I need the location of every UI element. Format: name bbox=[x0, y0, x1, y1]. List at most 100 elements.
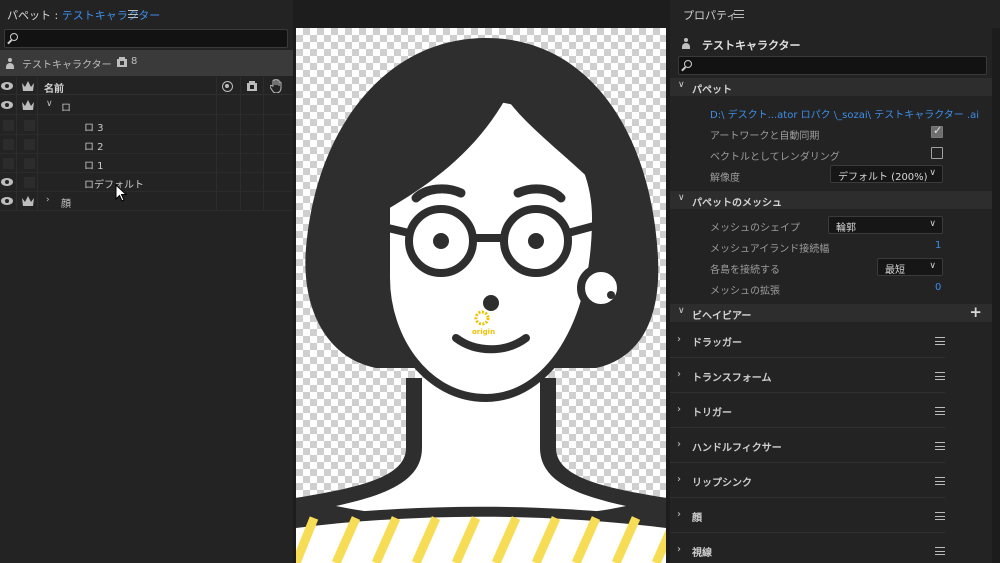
group-column-icon[interactable] bbox=[246, 80, 258, 92]
layer-row[interactable]: ロ 3 bbox=[0, 116, 293, 135]
behavior-menu-icon[interactable] bbox=[935, 477, 945, 485]
behavior-label: 視線 bbox=[692, 548, 712, 559]
layer-row[interactable]: ロ 2 bbox=[0, 135, 293, 154]
behavior-menu-icon[interactable] bbox=[935, 442, 945, 450]
expand-chevron-right-icon[interactable]: › bbox=[677, 509, 681, 520]
layer-label: 顔 bbox=[61, 199, 71, 210]
mesh-shape-label: メッシュのシェイプ bbox=[710, 223, 800, 234]
visibility-eye-icon[interactable] bbox=[1, 101, 13, 109]
search-icon bbox=[684, 60, 692, 68]
add-behavior-plus-icon[interactable]: + bbox=[969, 303, 982, 321]
collapse-chevron-icon: ∨ bbox=[678, 193, 685, 203]
resolution-dropdown[interactable]: デフォルト (200%) ∨ bbox=[830, 165, 943, 183]
behavior-menu-icon[interactable] bbox=[935, 337, 945, 345]
mesh-shape-dropdown[interactable]: 輪郭 ∨ bbox=[828, 216, 943, 234]
handle-column-hand-icon[interactable] bbox=[269, 78, 282, 94]
dropdown-value: デフォルト (200%) bbox=[838, 172, 928, 183]
collapse-chevron-icon: ∨ bbox=[678, 306, 685, 316]
layer-row-mouth-group[interactable]: ∨ ロ bbox=[0, 96, 293, 115]
vector-render-checkbox[interactable] bbox=[931, 147, 943, 159]
section-label: パペット bbox=[692, 85, 732, 96]
behavior-item-handle-fixer[interactable]: › ハンドルフィクサー bbox=[670, 428, 945, 463]
behavior-label: トランスフォーム bbox=[692, 373, 772, 384]
connect-islands-dropdown[interactable]: 最短 ∨ bbox=[877, 258, 943, 276]
layer-label: ロ 2 bbox=[84, 142, 104, 153]
properties-search-input[interactable] bbox=[678, 56, 987, 75]
behavior-item-transform[interactable]: › トランスフォーム bbox=[670, 358, 945, 393]
layer-row-default[interactable]: ロデフォルト bbox=[0, 173, 293, 192]
mesh-section-header[interactable]: ∨ パペットのメッシュ bbox=[670, 191, 992, 209]
expand-chevron-right-icon[interactable]: › bbox=[677, 439, 681, 450]
behavior-label: ハンドルフィクサー bbox=[692, 443, 782, 454]
expand-chevron-right-icon[interactable]: › bbox=[677, 369, 681, 380]
puppet-panel: パペット : テストキャラクター テストキャラクター 8 名前 ∨ ロ ロ 3 … bbox=[0, 0, 293, 563]
vector-render-label: ベクトルとしてレンダリング bbox=[710, 152, 840, 163]
independent-toggle[interactable] bbox=[24, 177, 35, 188]
layer-row-face-group[interactable]: › 顔 bbox=[0, 192, 293, 211]
visibility-toggle[interactable] bbox=[3, 158, 14, 169]
expand-chevron-right-icon[interactable]: › bbox=[677, 544, 681, 555]
behavior-menu-icon[interactable] bbox=[935, 407, 945, 415]
layer-label: ロ 3 bbox=[84, 123, 104, 134]
visibility-toggle[interactable] bbox=[3, 120, 14, 131]
artwork-sync-checkbox[interactable] bbox=[931, 124, 943, 138]
mesh-island-width-value[interactable]: 1 bbox=[935, 240, 941, 251]
mesh-island-width-label: メッシュアイランド接続幅 bbox=[710, 244, 830, 255]
source-file-path-link[interactable]: D:\ デスクト...ator ロパク \_sozai\ テストキャラクター .… bbox=[710, 106, 979, 121]
scene-canvas[interactable]: origin bbox=[296, 28, 666, 563]
panel-title-puppet-name[interactable]: テストキャラクター bbox=[62, 9, 161, 22]
layer-tree-header: 名前 bbox=[0, 77, 293, 95]
behavior-label: 顔 bbox=[692, 513, 702, 524]
expand-chevron-right-icon[interactable]: › bbox=[677, 474, 681, 485]
properties-scrollbar[interactable] bbox=[992, 28, 1000, 563]
behavior-item-eye-gaze[interactable]: › 視線 bbox=[670, 533, 945, 563]
puppet-section-header[interactable]: ∨ パペット bbox=[670, 78, 992, 96]
section-label: パペットのメッシュ bbox=[692, 198, 782, 209]
properties-panel-title: プロパティ bbox=[683, 9, 738, 22]
expand-chevron-right-icon[interactable]: › bbox=[677, 404, 681, 415]
behavior-menu-icon[interactable] bbox=[935, 547, 945, 555]
independent-crown-icon[interactable] bbox=[22, 196, 34, 207]
chevron-down-icon: ∨ bbox=[929, 168, 936, 178]
puppet-search-input[interactable] bbox=[4, 29, 288, 48]
visibility-eye-icon[interactable] bbox=[1, 197, 13, 205]
behavior-label: リップシンク bbox=[692, 478, 752, 489]
visibility-eye-icon[interactable] bbox=[1, 178, 13, 186]
panel-menu-icon[interactable] bbox=[128, 10, 138, 18]
selected-puppet-name: テストキャラクター bbox=[702, 39, 801, 52]
layers-count-icon bbox=[116, 56, 128, 68]
independent-toggle[interactable] bbox=[24, 120, 35, 131]
dropdown-value: 輪郭 bbox=[836, 223, 856, 234]
puppet-icon bbox=[681, 38, 691, 49]
expand-chevron-right-icon[interactable]: › bbox=[677, 334, 681, 345]
panel-title-prefix: パペット : bbox=[7, 9, 62, 22]
collapse-chevron-icon: ∨ bbox=[678, 80, 685, 90]
origin-column-target-icon[interactable] bbox=[222, 81, 233, 92]
layer-label: ロ 1 bbox=[84, 161, 104, 172]
behavior-item-face[interactable]: › 顔 bbox=[670, 498, 945, 533]
name-column-header[interactable]: 名前 bbox=[44, 80, 64, 95]
puppet-name-bar[interactable]: テストキャラクター 8 bbox=[0, 50, 293, 76]
puppet-icon bbox=[5, 58, 15, 69]
behavior-menu-icon[interactable] bbox=[935, 512, 945, 520]
behavior-item-lip-sync[interactable]: › リップシンク bbox=[670, 463, 945, 498]
independent-toggle[interactable] bbox=[24, 158, 35, 169]
chevron-down-icon: ∨ bbox=[929, 219, 936, 229]
independent-column-crown-icon bbox=[22, 81, 34, 92]
expand-chevron-down-icon[interactable]: ∨ bbox=[46, 99, 53, 109]
expand-chevron-right-icon[interactable]: › bbox=[46, 195, 50, 205]
behavior-item-dragger[interactable]: › ドラッガー bbox=[670, 323, 945, 358]
behavior-menu-icon[interactable] bbox=[935, 372, 945, 380]
behavior-label: トリガー bbox=[692, 408, 732, 419]
mouse-cursor-icon bbox=[115, 184, 128, 202]
section-label: ビヘイビアー bbox=[692, 311, 752, 322]
behaviors-section-header[interactable]: ∨ ビヘイビアー + bbox=[670, 303, 992, 322]
layer-row[interactable]: ロ 1 bbox=[0, 154, 293, 173]
mesh-expand-value[interactable]: 0 bbox=[935, 282, 941, 293]
independent-toggle[interactable] bbox=[24, 139, 35, 150]
panel-menu-icon[interactable] bbox=[734, 10, 744, 18]
properties-panel: プロパティ テストキャラクター ∨ パペット D:\ デスクト...ator ロ… bbox=[670, 0, 1000, 563]
independent-crown-icon[interactable] bbox=[22, 100, 34, 111]
behavior-item-trigger[interactable]: › トリガー bbox=[670, 393, 945, 428]
visibility-toggle[interactable] bbox=[3, 139, 14, 150]
